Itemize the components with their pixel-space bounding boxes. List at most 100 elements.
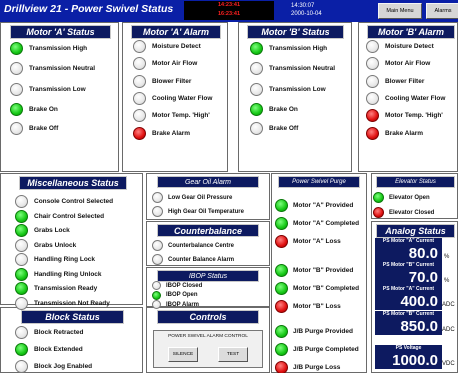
analog-unit: ADC bbox=[442, 327, 455, 333]
clock-date: 2000-10-04 bbox=[291, 10, 322, 17]
main-menu-button[interactable]: Main Menu bbox=[378, 3, 422, 19]
alarm-label: Brake Alarm bbox=[385, 130, 424, 137]
elevator-status-title: Elevator Status bbox=[376, 176, 455, 188]
purge-indicator-row: Motor "A" Provided bbox=[275, 199, 353, 212]
analog-value: 400.0 bbox=[375, 293, 442, 310]
alarm-label: Low Gear Oil Pressure bbox=[168, 194, 233, 201]
analog-label: PS Motor "A" Current bbox=[375, 238, 442, 245]
analog-readout: PS Motor "B" Current 850.0 bbox=[375, 311, 442, 335]
status-indicator-row: Transmission Neutral bbox=[250, 62, 335, 75]
status-label: IBOP Alarm bbox=[166, 301, 200, 308]
alarm-led bbox=[133, 75, 146, 88]
alarm-led bbox=[366, 92, 379, 105]
alarm-indicator-row: Motor Temp. 'High' bbox=[133, 109, 210, 122]
alarm-led bbox=[133, 92, 146, 105]
status-led bbox=[250, 62, 263, 75]
alarm-led bbox=[133, 57, 146, 70]
status-led bbox=[250, 42, 263, 55]
analog-value: 70.0 bbox=[375, 269, 442, 286]
status-indicator-row: IBOP Open bbox=[152, 290, 198, 300]
alarm-label: Motor Air Flow bbox=[385, 60, 431, 67]
analog-label: PS Motor "A" Current bbox=[375, 286, 442, 293]
alarm-led bbox=[133, 40, 146, 53]
status-label: Elevator Open bbox=[389, 194, 430, 201]
status-indicator-row: Transmission Not Ready bbox=[15, 296, 110, 310]
status-label: Block Retracted bbox=[34, 329, 84, 336]
alarm-indicator-row: Brake Alarm bbox=[133, 127, 190, 140]
app-title: Drillview 21 - Power Swivel Status bbox=[4, 3, 174, 15]
analog-readout: PS Motor "A" Current 400.0 bbox=[375, 286, 442, 310]
alarm-label: Blower Filter bbox=[152, 78, 192, 85]
status-indicator-row: Transmission Ready bbox=[15, 282, 97, 295]
status-indicator-row: Transmission High bbox=[10, 42, 87, 55]
test-button[interactable]: TEST bbox=[218, 347, 248, 362]
power-swivel-purge-title: Power Swivel Purge bbox=[278, 176, 360, 188]
purge-led bbox=[275, 343, 288, 356]
purge-label: Motor "B" Provided bbox=[293, 267, 354, 274]
alarm-label: Moisture Detect bbox=[385, 43, 434, 50]
status-indicator-row: Block Jog Enabled bbox=[15, 360, 92, 373]
status-indicator-row: Brake Off bbox=[10, 122, 58, 135]
status-indicator-row: IBOP Alarm bbox=[152, 300, 199, 309]
status-label: Brake Off bbox=[269, 125, 299, 132]
alarm-indicator-row: Moisture Detect bbox=[366, 40, 434, 53]
analog-value: 1000.0 bbox=[375, 352, 442, 369]
status-label: Block Extended bbox=[34, 346, 83, 353]
controls-panel: Controls POWER SWIVEL ALARM CONTROL SILE… bbox=[146, 307, 270, 373]
purge-label: Motor "A" Loss bbox=[293, 238, 341, 245]
status-led bbox=[250, 103, 263, 116]
status-indicator-row: IBOP Closed bbox=[152, 281, 202, 290]
status-label: Transmission Not Ready bbox=[34, 299, 110, 307]
status-indicator-row: Transmission Low bbox=[250, 83, 326, 96]
analog-readout: PS Voltage 1000.0 bbox=[375, 345, 442, 369]
motor-b-status-title: Motor 'B' Status bbox=[247, 25, 344, 39]
status-label: Elevator Closed bbox=[389, 209, 435, 216]
status-led bbox=[152, 281, 161, 290]
purge-label: J/B Purge Completed bbox=[293, 346, 359, 353]
analog-value: 850.0 bbox=[375, 318, 442, 335]
alarms-button[interactable]: Alarms bbox=[426, 3, 458, 19]
alarm-time-display: 14:23:41 16:23:41 bbox=[184, 1, 274, 20]
purge-indicator-row: Motor "A" Loss bbox=[275, 235, 341, 248]
status-led bbox=[152, 254, 163, 265]
counterbalance-title: Counterbalance bbox=[157, 224, 259, 237]
alarm-label: Motor Temp. 'High' bbox=[385, 112, 443, 119]
status-led bbox=[152, 300, 161, 309]
status-led bbox=[10, 83, 23, 96]
alarm-label: Blower Filter bbox=[385, 78, 425, 85]
status-indicator-row: Transmission Neutral bbox=[10, 62, 95, 75]
status-label: Counterbalance Centre bbox=[168, 242, 235, 249]
analog-readout: PS Motor "B" Current 70.0 bbox=[375, 262, 442, 286]
alarm-time-2: 16:23:41 bbox=[217, 11, 241, 17]
status-label: Transmission Low bbox=[29, 86, 86, 93]
analog-label: PS Voltage bbox=[375, 345, 442, 352]
status-label: Brake On bbox=[29, 106, 58, 113]
status-label: Brake Off bbox=[29, 125, 59, 132]
purge-indicator-row: Motor "A" Completed bbox=[275, 217, 359, 230]
status-led bbox=[10, 122, 23, 135]
status-led bbox=[15, 326, 28, 339]
status-led bbox=[15, 343, 28, 356]
alarm-control-group: POWER SWIVEL ALARM CONTROL SILENCE TEST bbox=[153, 330, 263, 368]
purge-indicator-row: Motor "B" Provided bbox=[275, 264, 353, 277]
status-indicator-row: Transmission High bbox=[250, 42, 327, 55]
status-label: Transmission High bbox=[29, 45, 88, 52]
status-indicator-row: Elevator Closed bbox=[373, 207, 434, 218]
clock: 14:30:07 2000-10-04 bbox=[291, 3, 322, 18]
status-label: Brake On bbox=[269, 106, 298, 113]
purge-indicator-row: J/B Purge Loss bbox=[275, 361, 340, 373]
alarm-label: Motor Air Flow bbox=[152, 60, 198, 67]
purge-indicator-row: Motor "B" Completed bbox=[275, 282, 359, 295]
status-indicator-row: Counterbalance Centre bbox=[152, 240, 234, 251]
alarm-indicator-row: Moisture Detect bbox=[133, 40, 201, 53]
status-label: Transmission Low bbox=[269, 86, 326, 93]
status-led bbox=[250, 122, 263, 135]
alarm-indicator-row: Motor Temp. 'High' bbox=[366, 109, 443, 122]
purge-indicator-row: J/B Purge Provided bbox=[275, 325, 353, 338]
status-indicator-row: Brake Off bbox=[250, 122, 298, 135]
alarm-led bbox=[133, 127, 146, 140]
status-label: Transmission Neutral bbox=[29, 65, 96, 72]
status-indicator-row: Counter Balance Alarm bbox=[152, 254, 234, 265]
alarm-label: Cooling Water Flow bbox=[152, 95, 213, 102]
silence-button[interactable]: SILENCE bbox=[168, 347, 198, 362]
